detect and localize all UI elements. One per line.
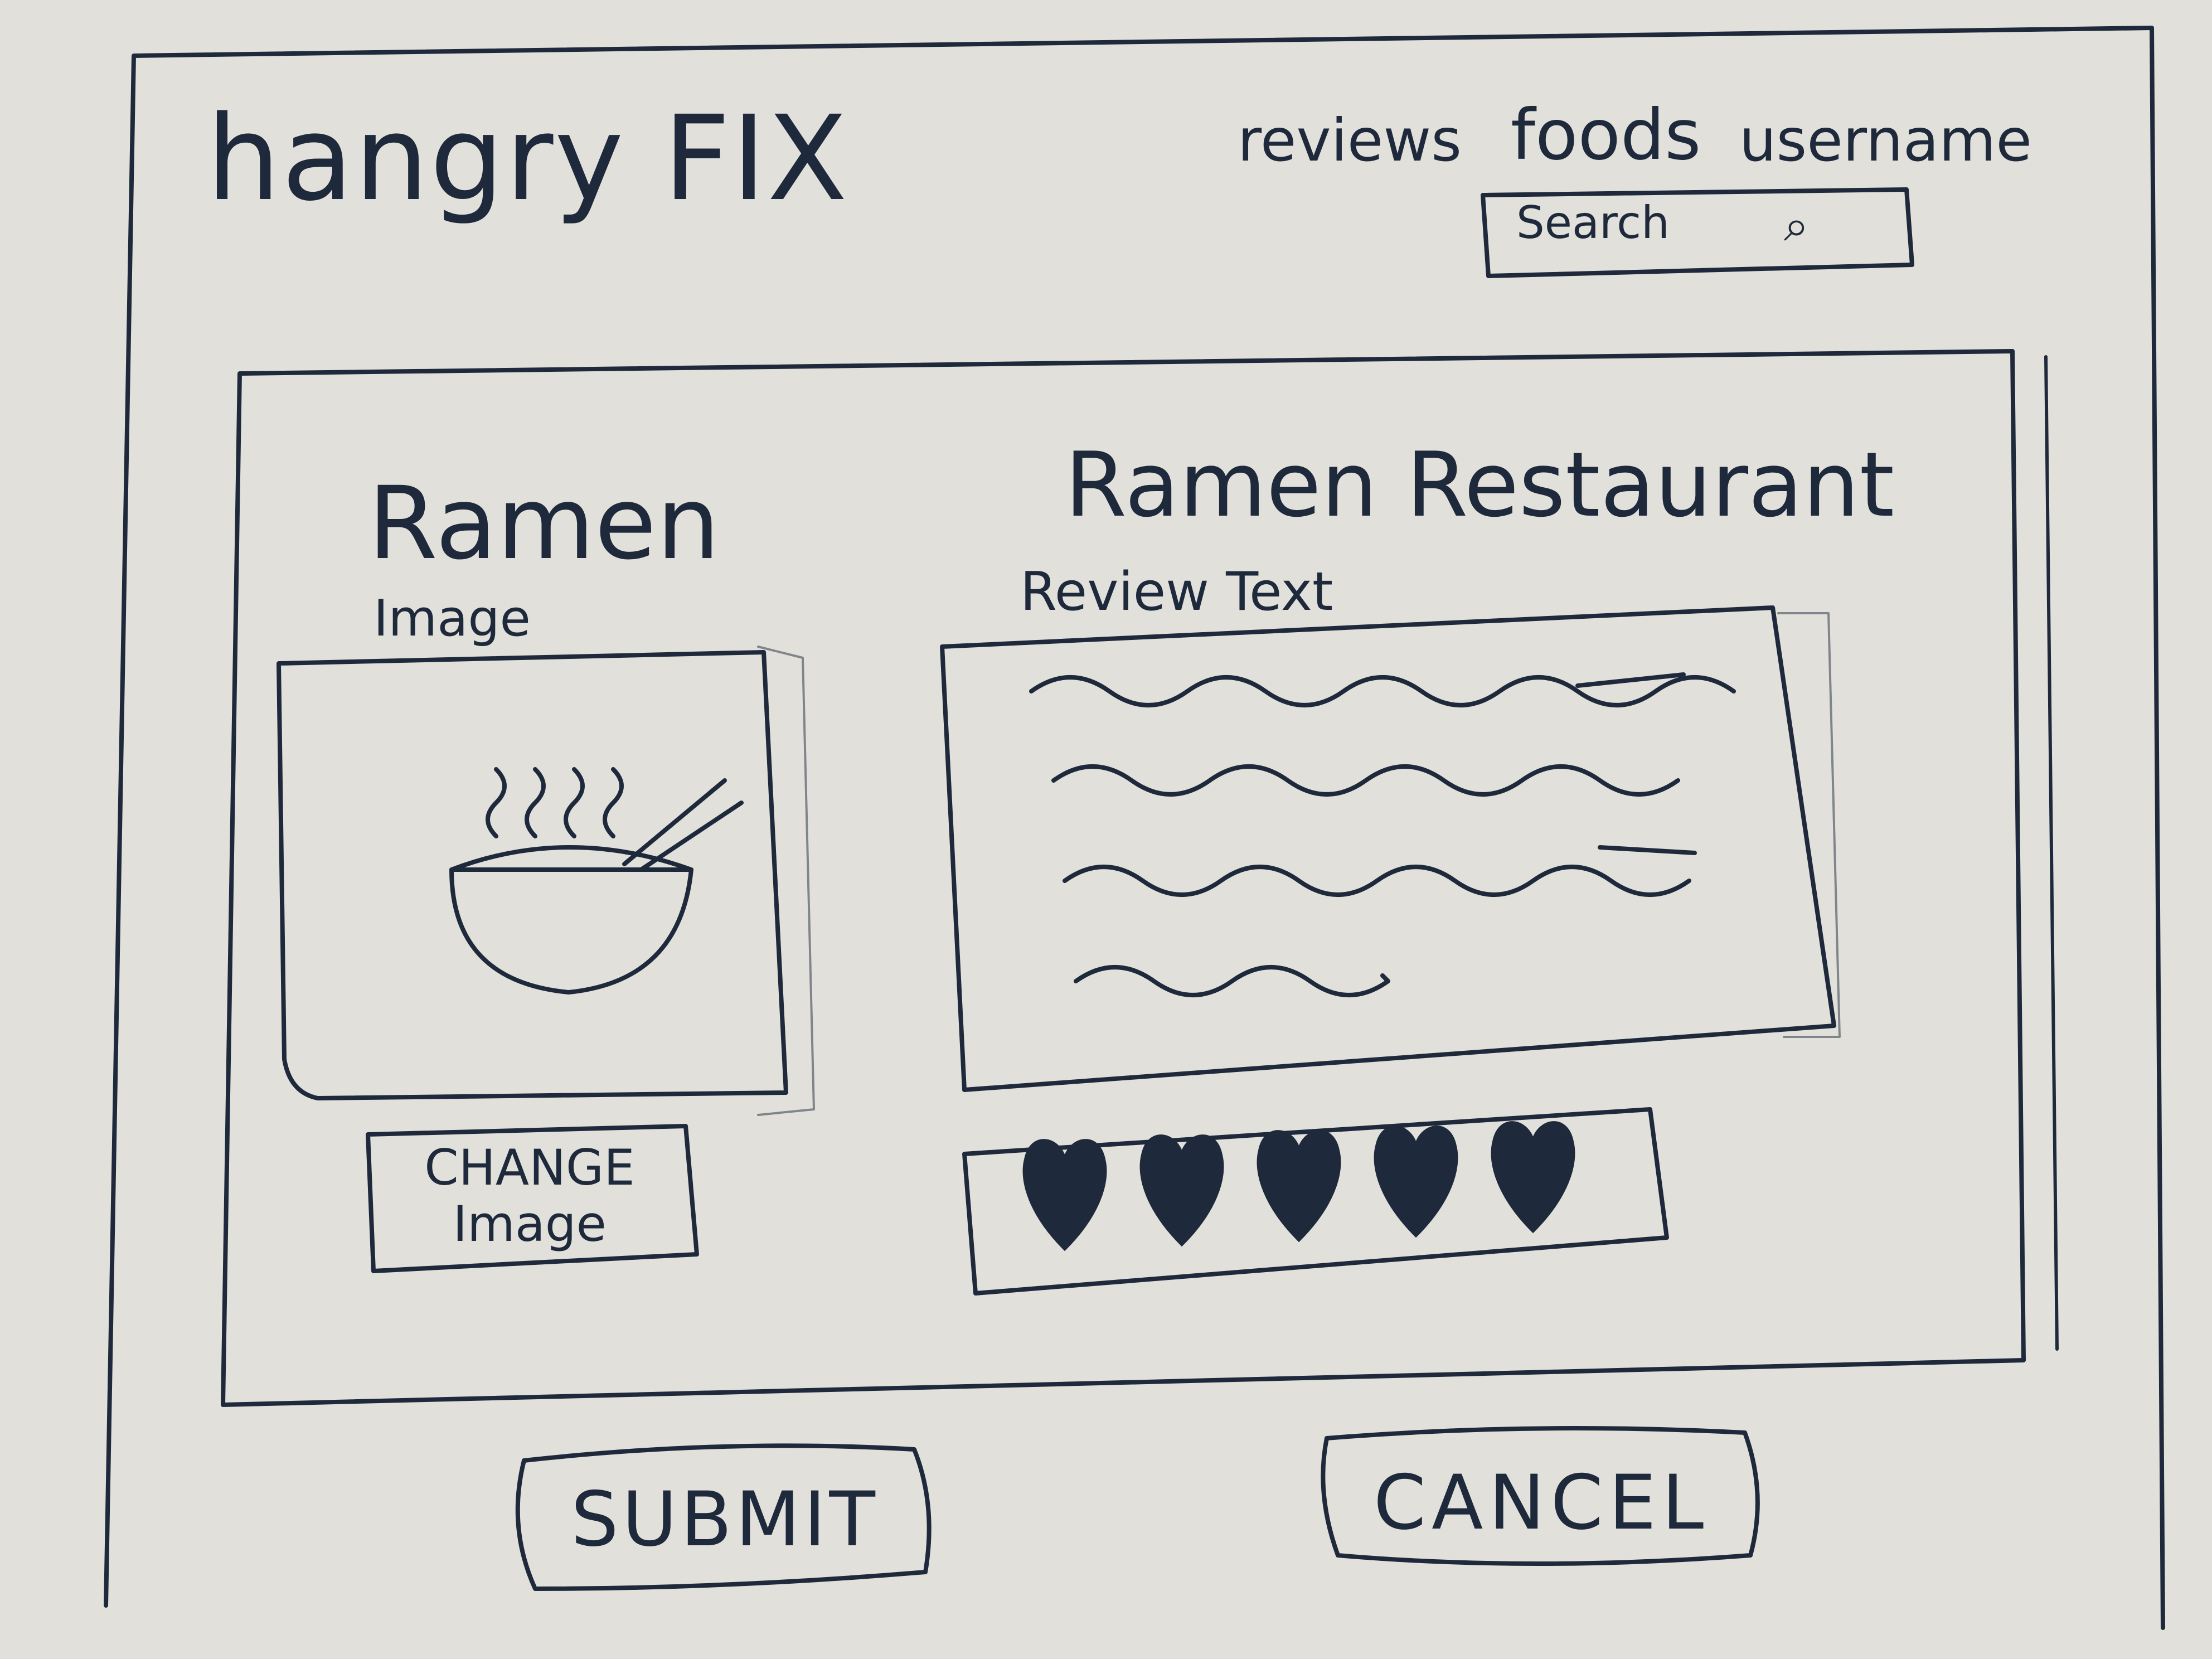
restaurant-title: Ramen Restaurant bbox=[1065, 433, 1895, 537]
food-title: Ramen bbox=[368, 465, 720, 582]
change-image-button[interactable]: CHANGE Image bbox=[368, 1126, 691, 1265]
rating-heart-icon[interactable] bbox=[1374, 1126, 1458, 1238]
nav-link-username[interactable]: username bbox=[1739, 111, 2032, 170]
review-text-label: Review Text bbox=[1020, 561, 1333, 623]
rating-heart-icon[interactable] bbox=[1022, 1139, 1107, 1251]
rating-heart-icon[interactable] bbox=[1139, 1134, 1224, 1247]
search-icon[interactable]: ⌕ bbox=[1784, 203, 1809, 248]
submit-button[interactable]: SUBMIT bbox=[518, 1449, 931, 1589]
review-text-outline bbox=[940, 605, 1836, 1092]
image-label: Image bbox=[373, 589, 531, 648]
image-box-outline bbox=[276, 650, 788, 1100]
review-text-placeholder-lines bbox=[1029, 672, 1736, 997]
search-input[interactable]: Search bbox=[1516, 201, 1670, 245]
rating-heart-icon[interactable] bbox=[1257, 1130, 1341, 1243]
rating-heart-icon[interactable] bbox=[1491, 1121, 1575, 1234]
ramen-bowl-illustration bbox=[449, 767, 744, 995]
nav-link-foods[interactable]: foods bbox=[1511, 100, 1701, 170]
cancel-button[interactable]: CANCEL bbox=[1321, 1433, 1762, 1572]
main-panel-edge bbox=[2044, 355, 2059, 1351]
wireframe-sketch bbox=[104, 26, 2165, 1630]
app-logo[interactable]: hangry FIX bbox=[206, 100, 848, 217]
nav-link-reviews[interactable]: reviews bbox=[1238, 111, 1462, 170]
